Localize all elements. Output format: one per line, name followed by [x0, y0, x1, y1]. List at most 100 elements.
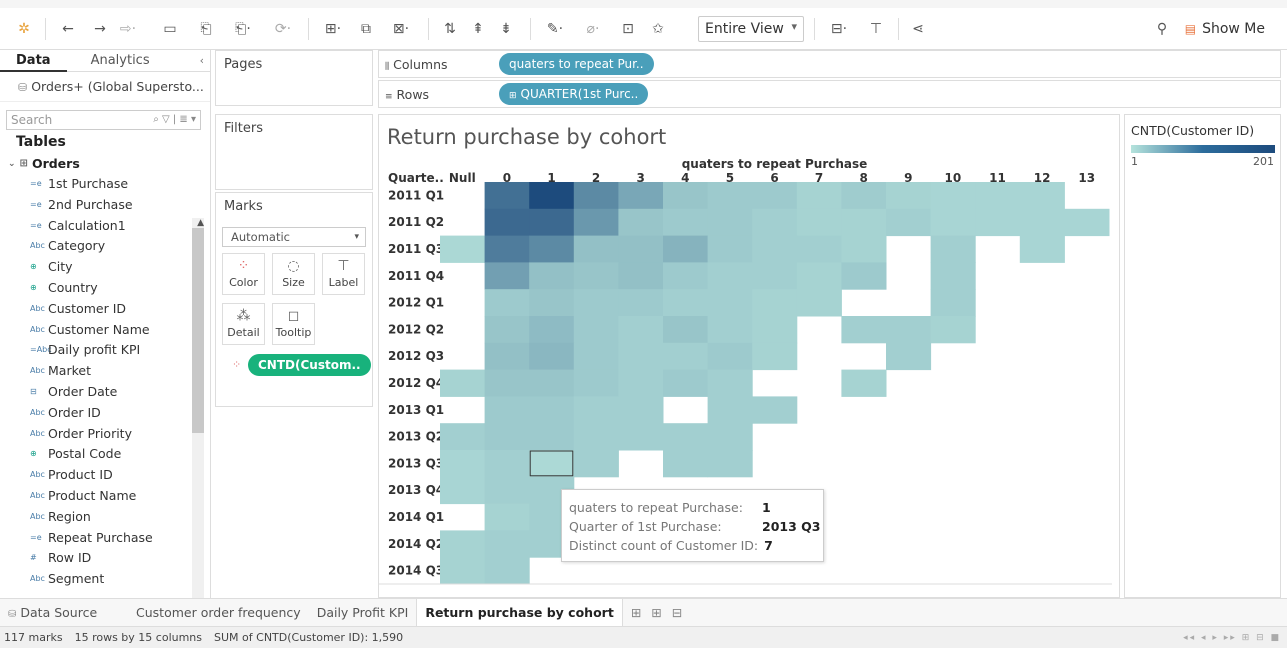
heatmap-cell[interactable]: [484, 476, 530, 505]
heatmap-cell[interactable]: [796, 289, 842, 317]
legend-gradient[interactable]: [1131, 145, 1275, 153]
scrollbar-thumb[interactable]: [192, 228, 204, 433]
heatmap-cell[interactable]: [484, 182, 530, 210]
heatmap-cell[interactable]: [886, 342, 932, 371]
heatmap-cell[interactable]: [707, 182, 753, 210]
row-label[interactable]: 2013 Q1: [388, 403, 444, 417]
tableau-logo-icon[interactable]: ✲: [14, 8, 34, 50]
field-item[interactable]: Abc Market: [0, 361, 210, 382]
heatmap-cell[interactable]: [841, 262, 887, 290]
heatmap-cell[interactable]: [975, 208, 1021, 237]
field-item[interactable]: =e 2nd Purchase: [0, 195, 210, 216]
duplicate-icon[interactable]: ⧉: [356, 8, 376, 50]
sheet-nav-icons[interactable]: ◂◂ ◂ ▸ ▸▸ ⊞ ⊟ ■: [1183, 627, 1281, 649]
heatmap-cell[interactable]: [529, 208, 575, 237]
columns-shelf[interactable]: ⫼ Columns quaters to repeat Pur..: [378, 50, 1281, 78]
refresh-icon[interactable]: ⟳·: [268, 8, 298, 50]
heatmap-cell[interactable]: [1064, 208, 1110, 237]
data-source-item[interactable]: ⛁ Orders+ (Global Supersto...: [0, 72, 210, 102]
heatmap-cell[interactable]: [573, 423, 619, 451]
field-item[interactable]: Abc Customer ID: [0, 299, 210, 320]
heatmap-cell[interactable]: [573, 450, 619, 478]
heatmap-cell[interactable]: [796, 182, 842, 210]
heatmap-cell[interactable]: [841, 182, 887, 210]
heatmap-cell[interactable]: [796, 262, 842, 290]
tab-daily-profit-kpi[interactable]: Daily Profit KPI: [309, 599, 417, 627]
heatmap-cell[interactable]: [841, 235, 887, 263]
heatmap-cell[interactable]: [529, 450, 575, 478]
field-item[interactable]: ⊕ City: [0, 257, 210, 278]
field-item[interactable]: =e 1st Purchase: [0, 174, 210, 195]
heatmap-cell[interactable]: [573, 208, 619, 237]
heatmap-cell[interactable]: [573, 396, 619, 424]
tab-data[interactable]: Data: [0, 50, 67, 72]
heatmap-cell[interactable]: [1019, 208, 1065, 237]
heatmap-cell[interactable]: [529, 396, 575, 424]
heatmap-cell[interactable]: [440, 450, 486, 478]
heatmap-cell[interactable]: [573, 369, 619, 397]
redo-icon[interactable]: →: [90, 8, 110, 50]
row-label[interactable]: 2012 Q3: [388, 349, 444, 363]
pause-icon[interactable]: ⎗·: [228, 8, 258, 50]
row-label[interactable]: 2012 Q1: [388, 296, 444, 310]
heatmap-cell[interactable]: [618, 423, 664, 451]
share-icon[interactable]: ⋖: [908, 8, 928, 50]
heatmap-cell[interactable]: [1019, 235, 1065, 263]
heatmap-cell[interactable]: [707, 369, 753, 397]
field-item[interactable]: Abc Category: [0, 236, 210, 257]
heatmap-cell[interactable]: [484, 557, 530, 585]
scroll-up-icon[interactable]: ▲: [197, 218, 204, 228]
heatmap-cell[interactable]: [841, 369, 887, 397]
mark-type-select[interactable]: Automatic ▾: [222, 227, 366, 247]
heatmap-cell[interactable]: [529, 423, 575, 451]
heatmap-cell[interactable]: [440, 423, 486, 451]
heatmap-cell[interactable]: [484, 396, 530, 424]
heatmap-cell[interactable]: [752, 182, 798, 210]
heatmap-cell[interactable]: [707, 342, 753, 371]
field-item[interactable]: ⊟ Order Date: [0, 382, 210, 403]
heatmap-cell[interactable]: [663, 208, 709, 237]
heatmap-cell[interactable]: [529, 316, 575, 344]
heatmap-cell[interactable]: [440, 530, 486, 558]
heatmap-cell[interactable]: [529, 369, 575, 397]
field-item[interactable]: =e Repeat Purchase: [0, 528, 210, 549]
heatmap-cell[interactable]: [529, 342, 575, 371]
rows-pill[interactable]: ⊞ QUARTER(1st Purc..: [499, 83, 649, 105]
heatmap-cell[interactable]: [618, 289, 664, 317]
heatmap-cell[interactable]: [618, 182, 664, 210]
pin-icon[interactable]: ✩: [648, 8, 668, 50]
field-item[interactable]: # Row ID: [0, 548, 210, 569]
heatmap-cell[interactable]: [975, 182, 1021, 210]
new-story-tab-icon[interactable]: ⊟: [664, 599, 690, 627]
collapse-pane-icon[interactable]: ‹: [200, 54, 204, 67]
column-header[interactable]: 13: [1078, 171, 1095, 185]
heatmap-cell[interactable]: [707, 316, 753, 344]
field-item[interactable]: Abc Customer Name: [0, 320, 210, 341]
heatmap-cell[interactable]: [796, 208, 842, 237]
heatmap-cell[interactable]: [886, 316, 932, 344]
heatmap-cell[interactable]: [618, 262, 664, 290]
heatmap-cell[interactable]: [663, 450, 709, 478]
field-item[interactable]: ⊕ Postal Code: [0, 444, 210, 465]
heatmap-cell[interactable]: [663, 182, 709, 210]
heatmap-cell[interactable]: [752, 396, 798, 424]
pages-shelf[interactable]: Pages: [215, 50, 373, 106]
group-icon[interactable]: ⌀·: [578, 8, 608, 50]
field-item[interactable]: ⊕ Country: [0, 278, 210, 299]
data-source-tab[interactable]: ⛁ Data Source: [0, 599, 128, 627]
label-icon[interactable]: ⊡: [618, 8, 638, 50]
presentation-icon[interactable]: ⊤: [866, 8, 886, 50]
filters-shelf[interactable]: Filters: [215, 114, 373, 190]
heatmap-cell[interactable]: [484, 342, 530, 371]
heatmap-cell[interactable]: [930, 235, 976, 263]
field-item[interactable]: Abc Region: [0, 507, 210, 528]
field-item[interactable]: Abc Order ID: [0, 403, 210, 424]
heatmap-cell[interactable]: [484, 503, 530, 531]
heatmap-cell[interactable]: [707, 396, 753, 424]
menu-bar[interactable]: [0, 0, 1287, 8]
row-label[interactable]: 2012 Q4: [388, 376, 444, 390]
heatmap-cell[interactable]: [886, 208, 932, 237]
tab-customer-order-frequency[interactable]: Customer order frequency: [128, 599, 309, 627]
heatmap-cell[interactable]: [484, 369, 530, 397]
heatmap-cell[interactable]: [618, 235, 664, 263]
